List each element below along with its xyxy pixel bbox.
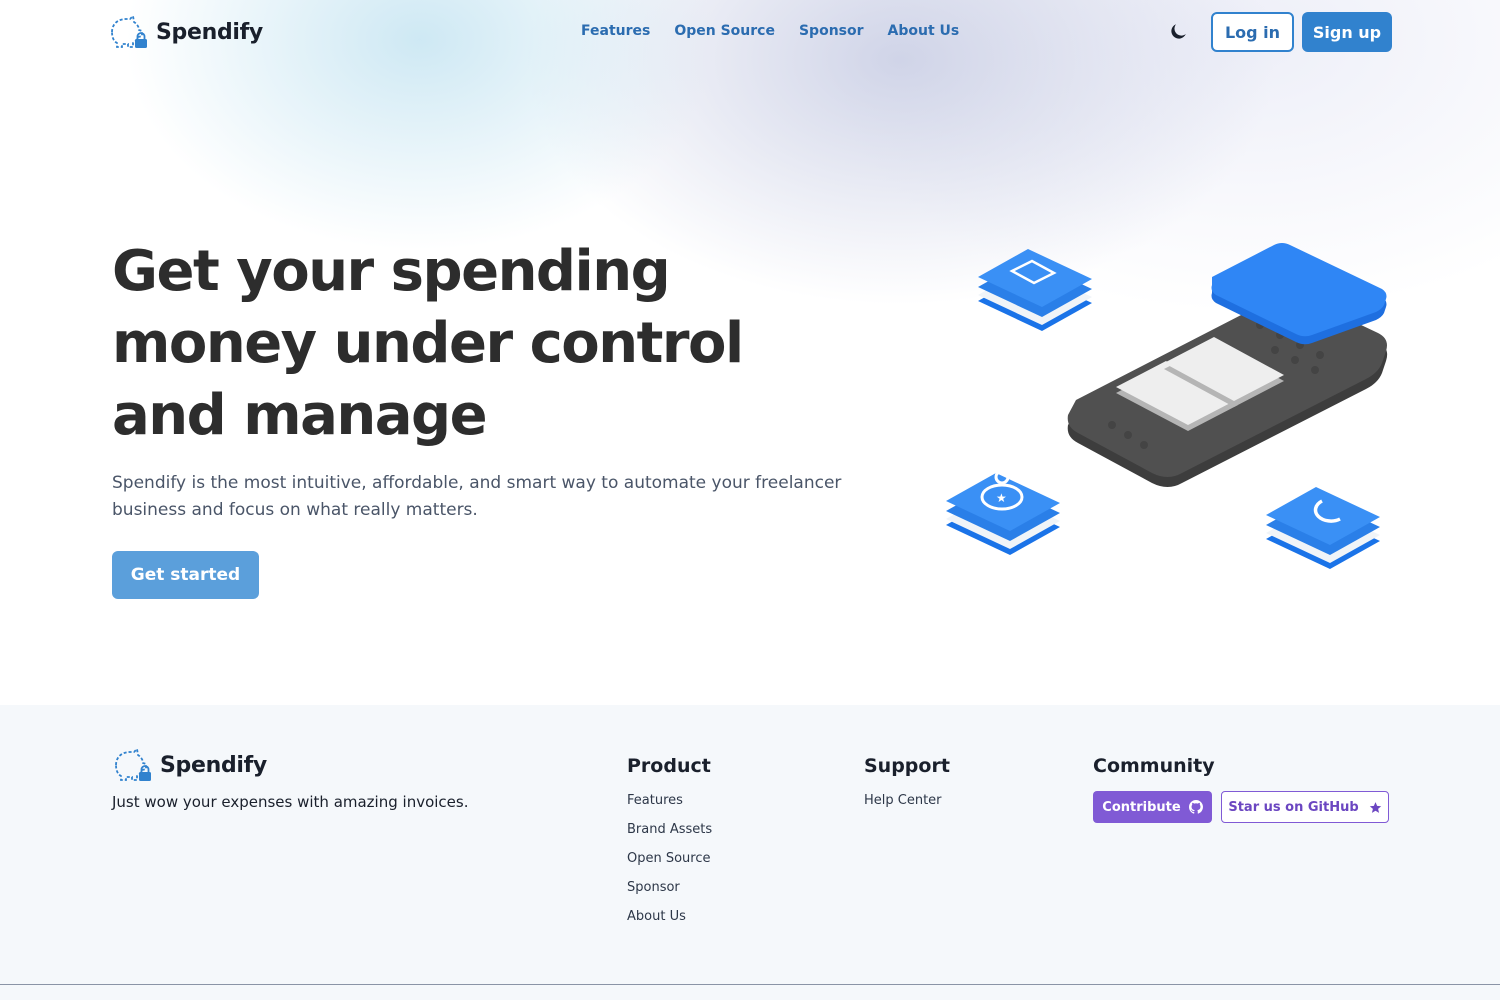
footer-logo[interactable]: Spendify xyxy=(110,747,267,783)
phone-illustration xyxy=(1067,243,1388,487)
get-started-button[interactable]: Get started xyxy=(112,551,259,599)
hero-title-line: Get your spending xyxy=(112,239,671,304)
footer-tagline: Just wow your expenses with amazing invo… xyxy=(112,793,469,811)
hero-illustration: ★ xyxy=(946,243,1388,569)
hero-title-line: money under control xyxy=(112,311,744,376)
footer-divider xyxy=(0,984,1500,1000)
footer-link-open-source[interactable]: Open Source xyxy=(627,851,711,866)
wallet-tile-icon xyxy=(978,249,1092,331)
nav-open-source[interactable]: Open Source xyxy=(674,23,775,39)
footer-support-column: Support Help Center xyxy=(864,755,950,820)
moon-icon xyxy=(1171,24,1186,39)
footer-brand-name: Spendify xyxy=(160,752,267,778)
brand-name: Spendify xyxy=(156,19,263,45)
theme-toggle-button[interactable] xyxy=(1168,20,1190,42)
footer-community-heading: Community xyxy=(1093,755,1215,777)
nav-about-us[interactable]: About Us xyxy=(888,23,960,39)
contribute-button[interactable]: Contribute xyxy=(1093,791,1212,823)
header-logo[interactable]: Spendify xyxy=(106,14,263,50)
piggy-bank-icon xyxy=(115,747,151,781)
main-nav: Features Open Source Sponsor About Us xyxy=(581,23,959,39)
star-label: Star us on GitHub xyxy=(1228,799,1359,815)
footer-product-heading: Product xyxy=(627,755,711,777)
nav-features[interactable]: Features xyxy=(581,23,650,39)
footer-link-about-us[interactable]: About Us xyxy=(627,909,686,924)
piggy-bank-icon xyxy=(111,14,147,48)
nav-sponsor[interactable]: Sponsor xyxy=(799,23,864,39)
login-button[interactable]: Log in xyxy=(1211,12,1294,52)
footer-link-sponsor[interactable]: Sponsor xyxy=(627,880,680,895)
footer-product-column: Product Features Brand Assets Open Sourc… xyxy=(627,755,712,936)
signup-button[interactable]: Sign up xyxy=(1302,12,1392,52)
footer-link-features[interactable]: Features xyxy=(627,793,683,808)
site-header: Spendify Features Open Source Sponsor Ab… xyxy=(0,0,1500,64)
hero-description: Spendify is the most intuitive, affordab… xyxy=(112,473,842,520)
footer-support-heading: Support xyxy=(864,755,950,777)
contribute-label: Contribute xyxy=(1102,799,1181,815)
hero-title: Get your spending money under control an… xyxy=(112,236,872,452)
footer-link-help-center[interactable]: Help Center xyxy=(864,793,942,808)
refresh-tile-icon xyxy=(1266,487,1380,569)
hero-title-line: and manage xyxy=(112,383,488,448)
footer-link-brand-assets[interactable]: Brand Assets xyxy=(627,822,712,837)
site-footer: Spendify Just wow your expenses with ama… xyxy=(0,705,1500,985)
footer-community-column: Community Contribute Star us on GitHub xyxy=(1093,755,1389,823)
github-icon xyxy=(1188,800,1203,814)
star-on-github-button[interactable]: Star us on GitHub xyxy=(1221,791,1389,823)
star-icon xyxy=(1369,801,1381,813)
svg-text:★: ★ xyxy=(996,491,1007,505)
lock-tile-icon: ★ xyxy=(946,469,1060,555)
